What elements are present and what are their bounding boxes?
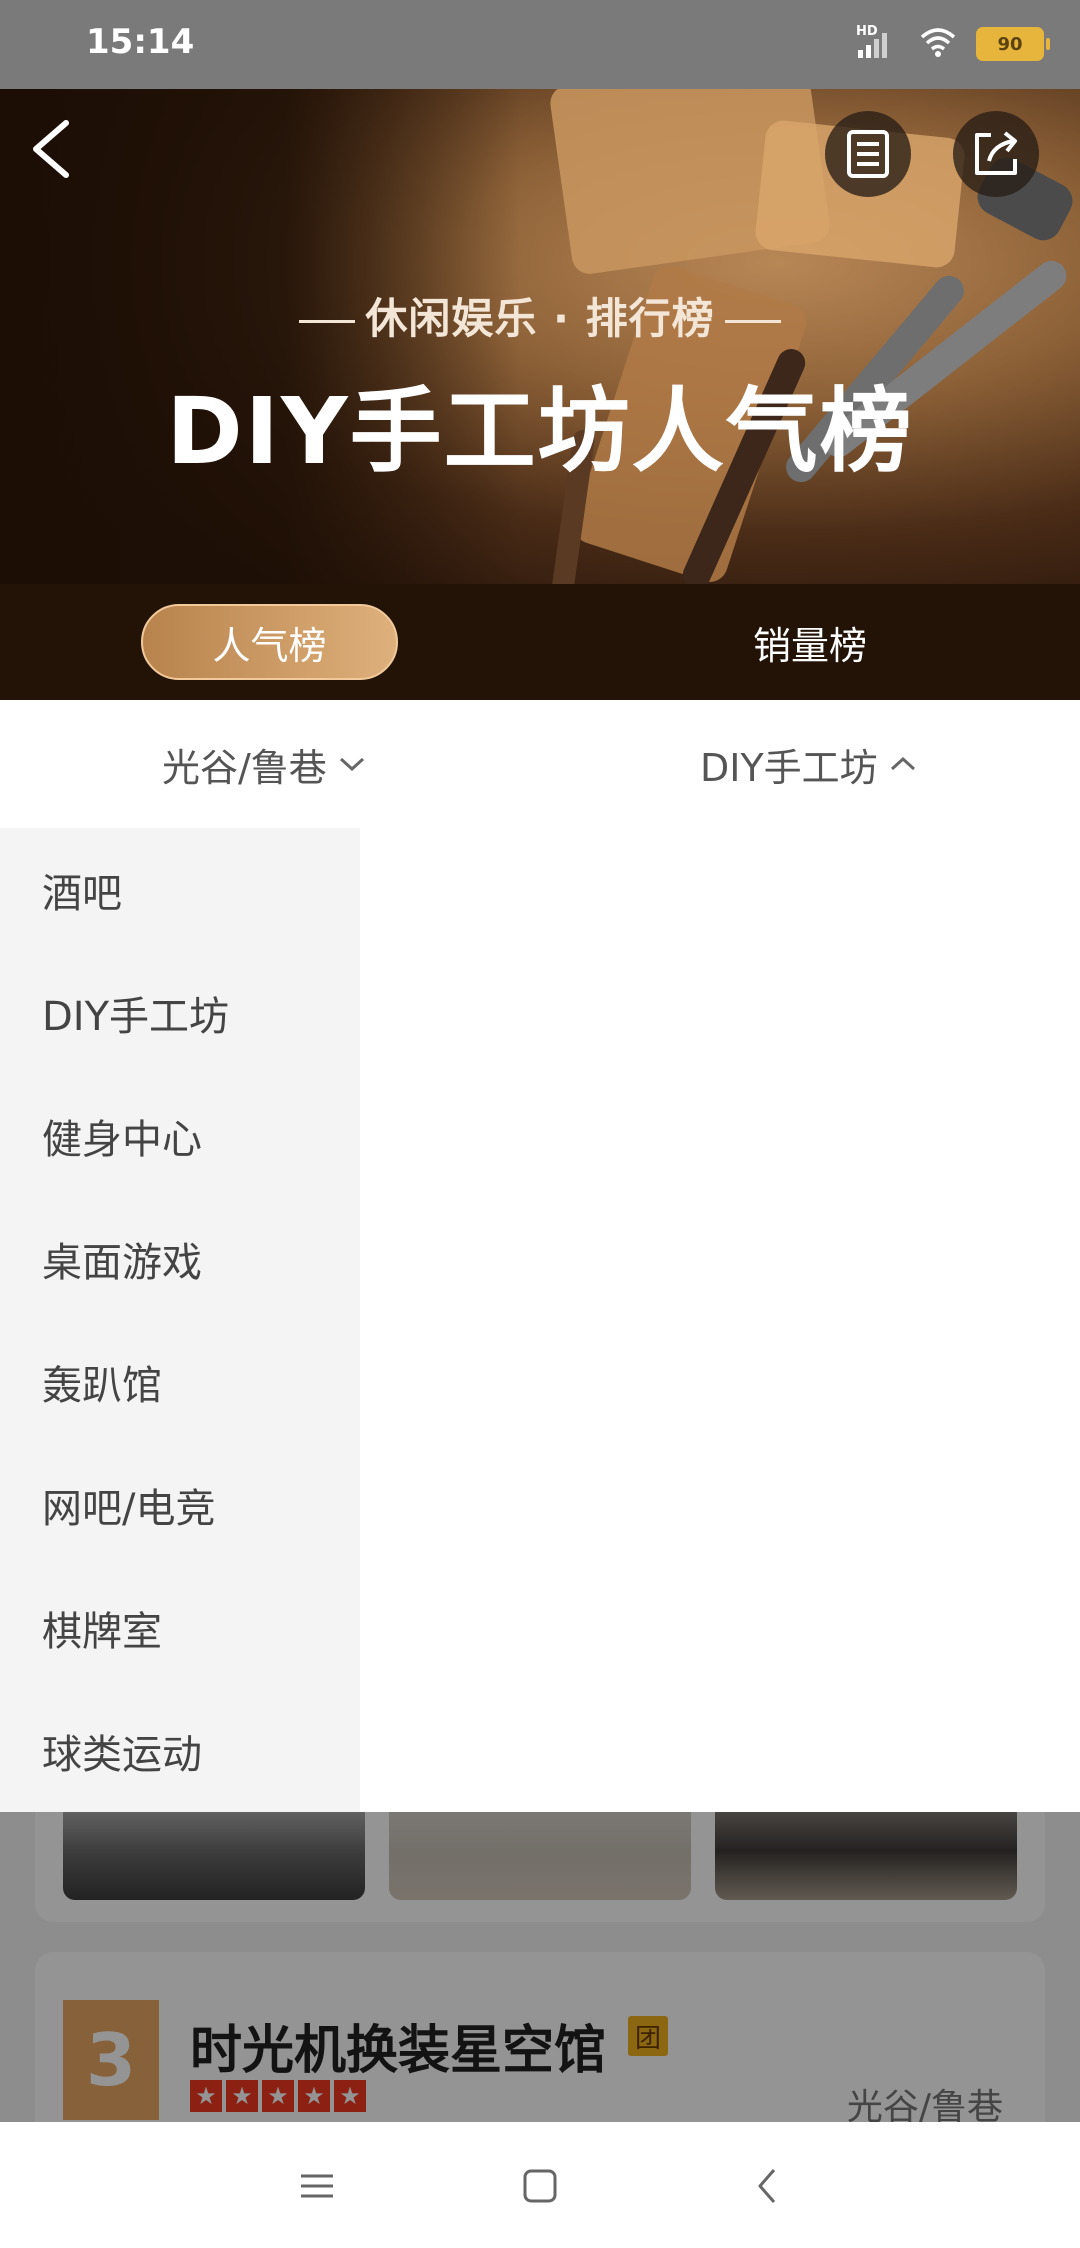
back-icon [758, 2169, 776, 2203]
home-button[interactable] [505, 2154, 575, 2218]
region-filter-label: 光谷/鲁巷 [162, 745, 327, 790]
signal-icon: HD [856, 24, 900, 60]
home-icon [523, 2169, 557, 2203]
status-bar: 15:14 HD 90 [0, 0, 1080, 89]
battery-level: 90 [997, 33, 1023, 55]
network-type-label: HD [856, 24, 878, 39]
dim-overlay[interactable] [0, 1812, 1080, 2122]
share-button[interactable] [953, 111, 1039, 197]
hero-subtitle: 休闲娱乐 · 排行榜 [0, 285, 1080, 346]
system-nav-bar [0, 2122, 1080, 2248]
back-arrow-icon [33, 120, 69, 178]
ranking-tabs: 人气榜 销量榜 [0, 584, 1080, 700]
ranking-list: 3 时光机换装星空馆 团 ★ ★ ★ ★ ★ 光谷/鲁巷 [0, 1812, 1080, 2122]
category-filter[interactable]: DIY手工坊 [700, 700, 918, 828]
wifi-icon [918, 26, 958, 62]
category-item-diy[interactable]: DIY手工坊 [0, 951, 360, 1074]
filter-row: 光谷/鲁巷 DIY手工坊 [0, 700, 1080, 828]
category-item-bar[interactable]: 酒吧 [0, 828, 360, 951]
category-filter-label: DIY手工坊 [700, 745, 878, 790]
hero-subtitle-text: 休闲娱乐 · 排行榜 [365, 294, 715, 343]
page-title: DIY手工坊人气榜 [166, 378, 914, 485]
category-list: 酒吧 DIY手工坊 健身中心 桌面游戏 轰趴馆 网吧/电竞 棋牌室 球类运动 [0, 828, 360, 1812]
hero-banner: 休闲娱乐 · 排行榜 DIY手工坊人气榜 [0, 89, 1080, 584]
list-button[interactable] [825, 111, 911, 197]
subtitle-decor-line-left [299, 320, 356, 323]
share-icon [975, 131, 1017, 175]
status-icons: HD 90 [856, 22, 1050, 66]
back-nav-button[interactable] [732, 2154, 802, 2218]
tab-sales[interactable]: 销量榜 [700, 604, 920, 680]
category-item-party-venue[interactable]: 轰趴馆 [0, 1320, 360, 1443]
back-button[interactable] [18, 107, 90, 191]
category-item-chess-room[interactable]: 棋牌室 [0, 1566, 360, 1689]
status-time: 15:14 [86, 22, 195, 62]
menu-icon [301, 2174, 333, 2198]
region-filter[interactable]: 光谷/鲁巷 [162, 700, 367, 828]
category-item-fitness[interactable]: 健身中心 [0, 1074, 360, 1197]
menu-button[interactable] [282, 2154, 352, 2218]
category-item-board-games[interactable]: 桌面游戏 [0, 1197, 360, 1320]
category-item-ball-sports[interactable]: 球类运动 [0, 1689, 360, 1812]
chevron-down-icon [337, 754, 367, 774]
list-icon [847, 130, 889, 178]
category-item-internet-cafe[interactable]: 网吧/电竞 [0, 1443, 360, 1566]
battery-icon: 90 [976, 27, 1050, 61]
subtitle-decor-line-right [724, 320, 781, 323]
category-dropdown: 酒吧 DIY手工坊 健身中心 桌面游戏 轰趴馆 网吧/电竞 棋牌室 球类运动 [0, 828, 1080, 1812]
page: 15:14 HD 90 休闲娱乐 · 排行榜 DIY手工坊人气榜 人气榜 销量榜… [0, 0, 1080, 2248]
tab-popularity[interactable]: 人气榜 [141, 604, 398, 680]
chevron-up-icon [888, 754, 918, 774]
